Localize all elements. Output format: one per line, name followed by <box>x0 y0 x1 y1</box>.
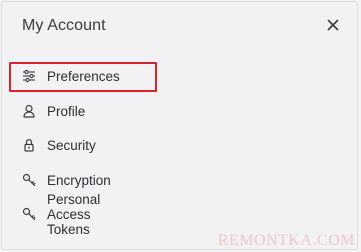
lock-icon <box>22 138 36 152</box>
menu-item-label: Profile <box>47 103 86 119</box>
user-icon <box>22 104 36 118</box>
menu-item-encryption[interactable]: Encryption <box>22 168 111 192</box>
dialog-title: My Account <box>22 17 106 34</box>
key-icon <box>22 207 36 221</box>
menu-item-personal-access-tokens[interactable]: Personal Access Tokens <box>22 192 100 237</box>
watermark: REMONTKA.COM <box>217 232 355 249</box>
menu-item-label: Security <box>47 137 96 153</box>
menu-item-label: Encryption <box>47 172 111 188</box>
close-icon[interactable] <box>324 16 342 34</box>
key-icon <box>22 173 36 187</box>
menu-item-security[interactable]: Security <box>22 133 96 157</box>
menu-item-profile[interactable]: Profile <box>22 99 85 123</box>
selection-highlight <box>9 62 157 92</box>
my-account-dialog: My Account Preferences Profile Security … <box>1 1 358 250</box>
menu-item-label: Personal Access Tokens <box>47 191 101 237</box>
